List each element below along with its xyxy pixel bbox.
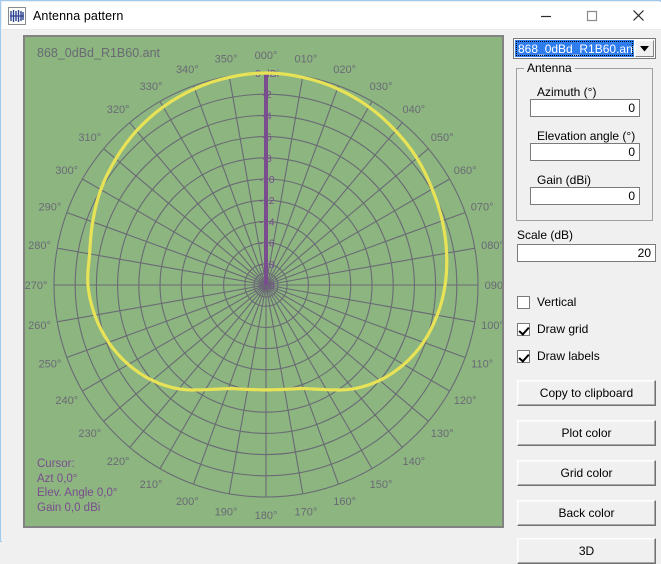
svg-text:190°: 190° [215, 507, 238, 519]
svg-text:-18: -18 [259, 259, 274, 271]
scale-input[interactable]: 20 [517, 244, 656, 262]
antenna-file-combobox[interactable]: 868_0dBd_R1B60.ant [513, 38, 656, 59]
svg-text:290°: 290° [38, 201, 61, 213]
azimuth-label: Azimuth (°) [537, 85, 597, 99]
svg-text:170°: 170° [295, 507, 318, 519]
maximize-button[interactable] [569, 2, 615, 29]
title-bar: Antenna pattern [2, 2, 661, 29]
svg-text:000°: 000° [255, 50, 278, 62]
svg-text:210°: 210° [140, 479, 163, 491]
svg-text:150°: 150° [370, 479, 393, 491]
svg-text:200°: 200° [176, 496, 199, 508]
svg-text:110°: 110° [471, 359, 493, 371]
svg-text:-8: -8 [262, 153, 271, 165]
svg-text:180°: 180° [255, 510, 278, 522]
svg-text:120°: 120° [454, 395, 477, 407]
svg-text:270°: 270° [25, 280, 47, 292]
svg-text:330°: 330° [140, 81, 163, 93]
chevron-down-icon[interactable] [635, 40, 654, 57]
copy-to-clipboard-button[interactable]: Copy to clipboard [517, 380, 656, 406]
back-color-button[interactable]: Back color [517, 500, 656, 526]
svg-text:340°: 340° [176, 64, 199, 76]
svg-text:310°: 310° [78, 132, 101, 144]
azimuth-input[interactable]: 0 [530, 99, 640, 117]
svg-text:260°: 260° [28, 320, 51, 332]
svg-text:-14: -14 [259, 216, 274, 228]
antenna-pattern-icon [8, 6, 26, 25]
svg-text:-16: -16 [259, 238, 274, 250]
checkbox-draw-grid-label: Draw grid [537, 322, 589, 336]
svg-text:020°: 020° [333, 64, 356, 76]
antenna-groupbox-legend: Antenna [524, 61, 575, 75]
svg-text:-10: -10 [259, 174, 274, 186]
svg-text:160°: 160° [333, 496, 356, 508]
svg-text:030°: 030° [370, 81, 393, 93]
svg-text:-20: -20 [259, 280, 274, 292]
svg-text:070°: 070° [471, 201, 494, 213]
svg-text:-2: -2 [262, 89, 271, 101]
scale-label: Scale (dB) [517, 228, 574, 242]
checkbox-draw-labels-box[interactable] [517, 349, 530, 363]
checkbox-draw-labels[interactable]: Draw labels [517, 349, 600, 363]
svg-text:250°: 250° [38, 359, 61, 371]
checkbox-vertical-box[interactable] [517, 295, 530, 309]
cursor-readout: Cursor: Azt 0,0° Elev. Angle 0,0° Gain 0… [37, 458, 118, 514]
svg-text:320°: 320° [107, 104, 130, 116]
controls-panel: 868_0dBd_R1B60.ant Antenna Azimuth (°) 0… [510, 35, 658, 564]
svg-text:240°: 240° [55, 395, 78, 407]
svg-text:-6: -6 [262, 132, 271, 144]
svg-text:080°: 080° [481, 240, 502, 252]
svg-text:010°: 010° [295, 53, 318, 65]
checkbox-draw-grid-box[interactable] [517, 322, 530, 336]
grid-color-button[interactable]: Grid color [517, 460, 656, 486]
azimuth-field-group: Azimuth (°) 0 [510, 85, 658, 117]
gain-input[interactable]: 0 [530, 187, 640, 205]
svg-text:140°: 140° [402, 456, 425, 468]
checkbox-vertical-label: Vertical [537, 295, 577, 309]
svg-text:040°: 040° [402, 104, 425, 116]
gain-field-group: Gain (dBi) 0 [510, 173, 658, 205]
svg-text:130°: 130° [431, 428, 454, 440]
elevation-angle-label: Elevation angle (°) [537, 129, 636, 143]
polar-plot-panel[interactable]: 000° 010° 020° 030° 040° 050° 060° 070° 080° 090°… [23, 35, 504, 528]
client-area: 000° 010° 020° 030° 040° 050° 060° 070° 080° 090°… [2, 30, 661, 564]
antenna-file-combobox-value[interactable]: 868_0dBd_R1B60.ant [515, 40, 634, 57]
checkbox-draw-grid[interactable]: Draw grid [517, 322, 588, 336]
svg-text:060°: 060° [454, 165, 477, 177]
svg-text:-12: -12 [259, 195, 274, 207]
polar-plot: 000° 010° 020° 030° 040° 050° 060° 070° 080° 090°… [25, 50, 502, 522]
minimize-button[interactable] [523, 2, 569, 29]
svg-text:280°: 280° [28, 240, 51, 252]
svg-text:230°: 230° [78, 428, 101, 440]
close-button[interactable] [615, 2, 661, 29]
svg-text:300°: 300° [55, 165, 78, 177]
antenna-pattern-window: Antenna pattern 000° 010° 020° 030° 040° 050°… [0, 0, 661, 564]
window-caption-buttons [523, 2, 661, 29]
svg-text:090°: 090° [485, 280, 502, 292]
checkbox-vertical[interactable]: Vertical [517, 295, 576, 309]
checkbox-draw-labels-label: Draw labels [537, 349, 600, 363]
elevation-angle-input[interactable]: 0 [530, 143, 640, 161]
plot-color-button[interactable]: Plot color [517, 420, 656, 446]
svg-text:-4: -4 [262, 110, 271, 122]
svg-text:050°: 050° [431, 132, 454, 144]
plot-filename-label: 868_0dBd_R1B60.ant [37, 46, 161, 60]
gain-label: Gain (dBi) [537, 173, 592, 187]
svg-text:350°: 350° [215, 53, 238, 65]
window-title: Antenna pattern [33, 8, 124, 23]
elevation-field-group: Elevation angle (°) 0 [510, 129, 658, 161]
svg-text:100°: 100° [481, 320, 502, 332]
